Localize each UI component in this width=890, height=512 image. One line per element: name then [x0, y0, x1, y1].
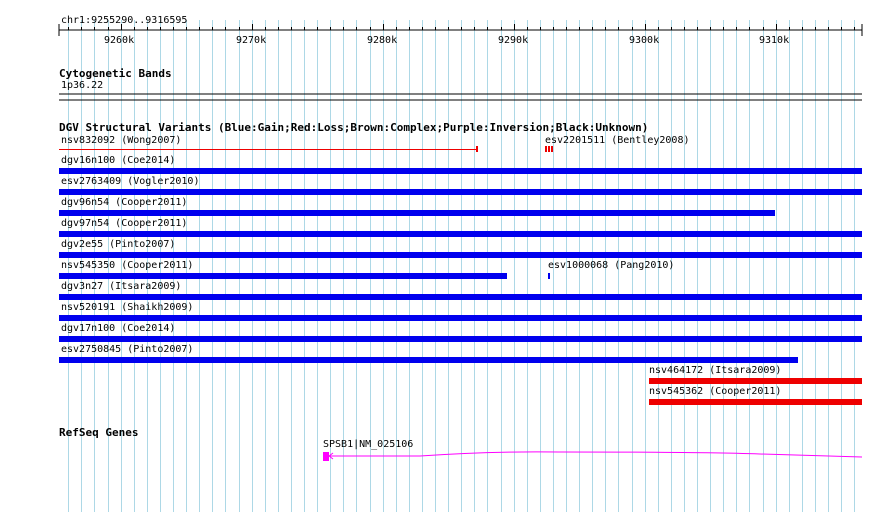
variant-label[interactable]: dgv16n100 (Coe2014) [61, 155, 175, 167]
variant-bar-esv2763409[interactable] [59, 189, 862, 195]
variant-label[interactable]: esv2750845 (Pinto2007) [61, 344, 193, 356]
variant-label[interactable]: dgv17n100 (Coe2014) [61, 323, 175, 335]
variant-bar-dgv97n54[interactable] [59, 231, 862, 237]
variant-label[interactable]: esv2763409 (Vogler2010) [61, 176, 199, 188]
variant-end-nsv832092[interactable] [476, 146, 478, 152]
dgv-track-heading: DGV Structural Variants (Blue:Gain;Red:L… [59, 121, 649, 134]
variant-label[interactable]: dgv96n54 (Cooper2011) [61, 197, 187, 209]
cytoband-ideogram [59, 93, 862, 101]
variant-label[interactable]: dgv2e55 (Pinto2007) [61, 239, 175, 251]
variant-bar-nsv545350[interactable] [59, 273, 507, 279]
ruler-tick-label: 9270k [236, 35, 267, 46]
variant-bar-nsv464172[interactable] [649, 378, 862, 384]
variant-bar-dgv3n27[interactable] [59, 294, 862, 300]
variant-label[interactable]: nsv520191 (Shaikh2009) [61, 302, 193, 314]
variant-label[interactable]: nsv545362 (Cooper2011) [649, 386, 781, 398]
ruler-tick-label: 9290k [498, 35, 529, 46]
variant-bar-esv1000068[interactable] [548, 273, 550, 279]
ruler-tick-label: 9310k [759, 35, 790, 46]
variant-bar-dgv17n100[interactable] [59, 336, 862, 342]
gene-exon-start[interactable] [323, 452, 329, 461]
variant-label[interactable]: dgv3n27 (Itsara2009) [61, 281, 181, 293]
cytoband-track-heading: Cytogenetic Bands [59, 67, 172, 80]
variant-bar-nsv832092[interactable] [59, 149, 477, 150]
variant-label[interactable]: dgv97n54 (Cooper2011) [61, 218, 187, 230]
ruler-tick-label: 9260k [104, 35, 135, 46]
variant-bar-dgv96n54[interactable] [59, 210, 775, 216]
ruler-tick-label: 9300k [629, 35, 660, 46]
gene-intron-line[interactable] [329, 451, 863, 458]
ruler-tick-label: 9280k [367, 35, 398, 46]
variant-label[interactable]: esv1000068 (Pang2010) [548, 260, 674, 272]
variant-label[interactable]: nsv832092 (Wong2007) [61, 135, 181, 147]
variant-bar-dgv2e55[interactable] [59, 252, 862, 258]
variant-bar-esv2750845[interactable] [59, 357, 798, 363]
variant-bar-dgv16n100[interactable] [59, 168, 862, 174]
variant-label[interactable]: nsv464172 (Itsara2009) [649, 365, 781, 377]
cytoband-label[interactable]: 1p36.22 [61, 80, 103, 92]
variant-bar-nsv520191[interactable] [59, 315, 862, 321]
refseq-track-heading: RefSeq Genes [59, 426, 139, 439]
variant-bar-nsv545362[interactable] [649, 399, 862, 405]
gene-label[interactable]: SPSB1|NM_025106 [323, 439, 413, 451]
variant-label[interactable]: nsv545350 (Cooper2011) [61, 260, 193, 272]
region-label: chr1:9255290..9316595 [61, 15, 188, 26]
variant-label[interactable]: esv2201511 (Bentley2008) [545, 135, 690, 147]
